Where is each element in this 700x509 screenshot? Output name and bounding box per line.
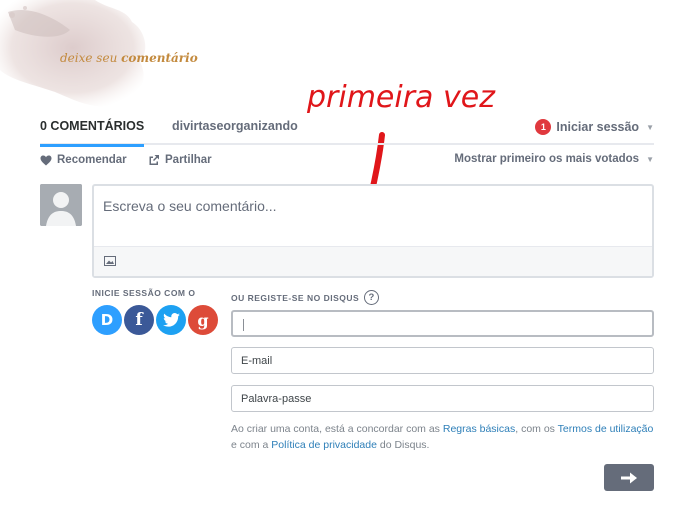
social-login-buttons: D f g (92, 305, 218, 335)
arrow-right-icon (621, 472, 637, 483)
user-avatar-icon (40, 184, 82, 226)
share-icon (149, 155, 159, 165)
submit-button[interactable] (604, 464, 654, 491)
login-menu[interactable]: 1 Iniciar sessão ▼ (535, 119, 654, 135)
twitter-icon[interactable] (156, 305, 186, 335)
text-cursor (243, 319, 244, 331)
share-button[interactable]: Partilhar (148, 154, 212, 166)
comment-textarea[interactable]: Escreva o seu comentário... (92, 184, 654, 278)
terms-notice: Ao criar uma conta, está a concordar com… (231, 421, 661, 453)
chevron-down-icon: ▼ (646, 122, 654, 132)
heading-prefix: deixe seu (60, 51, 118, 65)
sort-label: Mostrar primeiro os mais votados (454, 153, 640, 165)
section-heading: deixe seu comentário (60, 51, 198, 65)
terms-text: , com os (515, 423, 558, 435)
chevron-down-icon: ▼ (646, 154, 654, 164)
privacy-policy-link[interactable]: Política de privacidade (271, 439, 377, 451)
comment-placeholder: Escreva o seu comentário... (103, 198, 277, 214)
disqus-icon[interactable]: D (92, 305, 122, 335)
recommend-button[interactable]: Recomendar (40, 154, 127, 166)
email-field[interactable]: E-mail (231, 347, 654, 374)
image-upload-icon[interactable] (104, 256, 116, 266)
terms-text: do Disqus. (376, 439, 430, 451)
terms-text: Ao criar uma conta, está a concordar com… (231, 423, 443, 435)
help-icon[interactable]: ? (364, 290, 380, 305)
register-label: OU REGISTE-SE NO DISQUS ? (231, 290, 380, 305)
terms-of-use-link[interactable]: Termos de utilização (558, 423, 654, 435)
tab-comments[interactable]: 0 COMENTÁRIOS (40, 119, 145, 147)
action-bar: Recomendar Partilhar Mostrar primeiro os… (40, 152, 654, 170)
password-field[interactable]: Palavra-passe (231, 385, 654, 412)
avatar (40, 184, 82, 226)
heart-icon (40, 155, 52, 165)
email-placeholder: E-mail (241, 355, 273, 367)
recommend-label: Recomendar (57, 154, 127, 166)
composer-toolbar (94, 246, 652, 276)
login-label: Iniciar sessão (556, 120, 640, 134)
annotation-text: primeira vez (306, 80, 496, 115)
name-field[interactable] (231, 310, 654, 337)
share-label: Partilhar (165, 154, 212, 166)
password-placeholder: Palavra-passe (241, 393, 312, 405)
rules-link[interactable]: Regras básicas (443, 423, 515, 435)
notification-badge[interactable]: 1 (535, 119, 552, 135)
heading-emphasis: comentário (121, 51, 198, 65)
tab-community[interactable]: divirtaseorganizando (172, 119, 298, 133)
facebook-icon[interactable]: f (124, 305, 154, 335)
register-label-text: OU REGISTE-SE NO DISQUS (231, 292, 360, 303)
sort-dropdown[interactable]: Mostrar primeiro os mais votados ▼ (454, 153, 654, 165)
terms-text: e com a (231, 439, 272, 451)
social-login-label: INICIE SESSÃO COM O (92, 288, 196, 298)
google-icon[interactable]: g (188, 305, 218, 335)
discussion-nav: 0 COMENTÁRIOS divirtaseorganizando 1 Ini… (40, 117, 654, 147)
